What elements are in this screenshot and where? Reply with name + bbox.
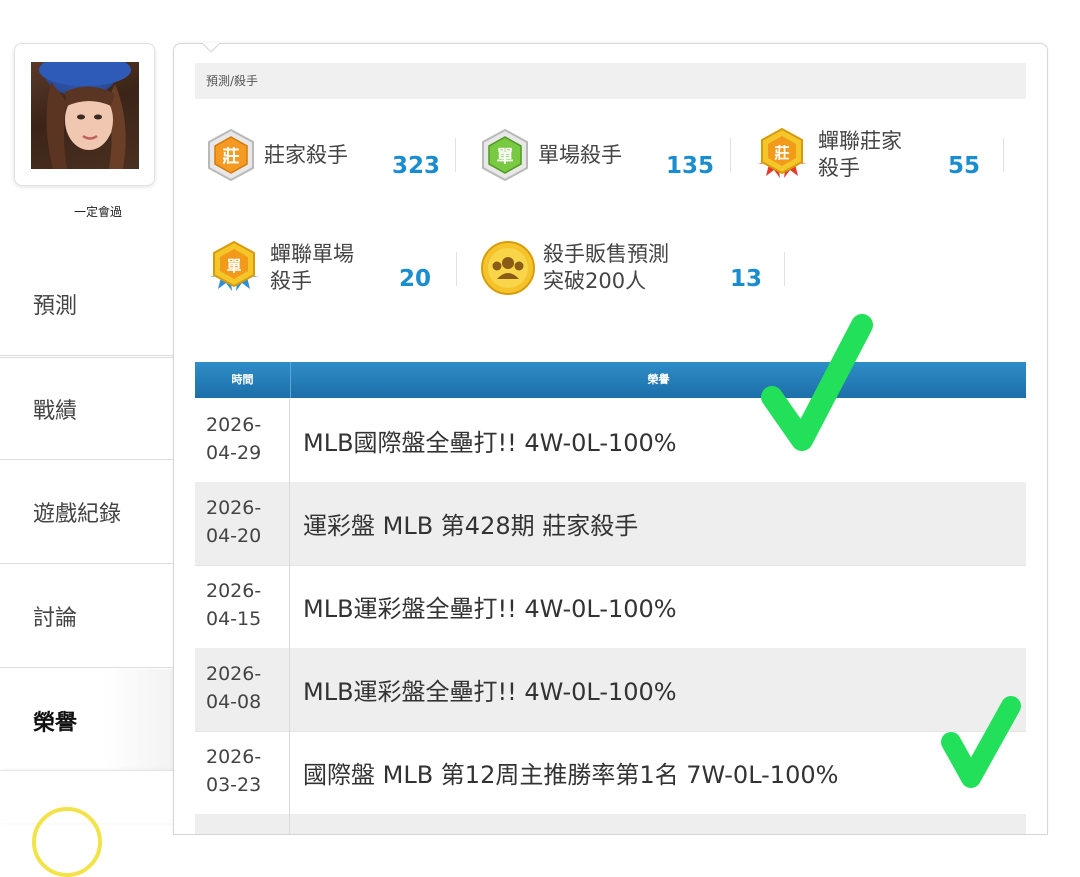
stat-zhuang-killer: 莊 莊家殺手 <box>204 128 348 182</box>
row-title: 運彩盤 MLB 第428期 莊家殺手 <box>303 512 639 540</box>
avatar-card <box>14 43 155 186</box>
divider <box>1003 138 1004 172</box>
avatar[interactable] <box>31 62 139 169</box>
row-title: MLB國際盤全壘打!! 4W-0L-100% <box>303 429 677 457</box>
divider <box>730 138 731 172</box>
stat-value: 13 <box>730 266 763 292</box>
table-row: 2026- 04-20 運彩盤 MLB 第428期 莊家殺手 <box>195 482 1026 566</box>
table-row: 2026- 04-29 MLB國際盤全壘打!! 4W-0L-100% <box>195 399 1026 483</box>
row-date: 2026- 04-08 <box>195 648 290 731</box>
table-row: 2026- 04-08 MLB運彩盤全壘打!! 4W-0L-100% <box>195 648 1026 732</box>
row-title: 國際盤 MLB 第12周主推勝率第1名 7W-0L-100% <box>303 761 839 789</box>
check-mark-icon <box>941 696 1021 788</box>
breadcrumb: 預測/殺手 <box>195 63 1026 99</box>
zhuang-badge-icon: 莊 <box>208 128 254 182</box>
table-row <box>195 814 1026 834</box>
nav-item-discuss[interactable]: 討論 <box>0 565 174 668</box>
nav-item-record[interactable]: 戰績 <box>0 357 174 460</box>
panel-notch <box>202 43 220 53</box>
nav-item-next[interactable] <box>0 770 174 877</box>
row-date: 2026- 03-23 <box>195 731 290 814</box>
svg-text:單: 單 <box>226 257 241 275</box>
check-mark-icon <box>761 314 873 451</box>
svg-text:莊: 莊 <box>223 146 240 167</box>
row-date: 2026- 04-20 <box>195 482 290 565</box>
divider <box>456 252 457 286</box>
stat-label: 殺手販售預測 突破200人 <box>543 242 669 293</box>
stat-label: 蟬聯莊家 殺手 <box>818 129 902 180</box>
column-header-time: 時間 <box>195 362 291 398</box>
table-row: 2026- 03-23 國際盤 MLB 第12周主推勝率第1名 7W-0L-100… <box>195 731 1026 815</box>
svg-text:莊: 莊 <box>774 144 789 162</box>
stat-label: 蟬聯單場 殺手 <box>270 242 354 293</box>
nav-item-predict[interactable]: 預測 <box>0 253 174 356</box>
table-header: 時間 榮譽 <box>195 362 1026 398</box>
stat-dan-killer: 單 單場殺手 <box>478 128 622 182</box>
stat-value: 55 <box>948 153 981 179</box>
divider <box>784 252 785 286</box>
row-date <box>195 814 290 834</box>
coin-icon <box>32 807 102 877</box>
dan-ribbon-badge-icon: 單 <box>210 240 258 291</box>
table-row: 2026- 04-15 MLB運彩盤全壘打!! 4W-0L-100% <box>195 565 1026 649</box>
column-header-honor: 榮譽 <box>647 373 670 386</box>
stat-consecutive-zhuang-killer: 莊 蟬聯莊家 殺手 <box>752 127 928 180</box>
nav-item-honor[interactable]: 榮譽 <box>0 669 174 772</box>
zhuang-ribbon-badge-icon: 莊 <box>758 127 806 178</box>
stat-label: 單場殺手 <box>538 142 622 167</box>
stat-value: 20 <box>399 266 432 292</box>
username: 一定會過 <box>73 205 122 219</box>
row-title: MLB運彩盤全壘打!! 4W-0L-100% <box>303 595 677 623</box>
stat-consecutive-dan-killer: 單 蟬聯單場 殺手 <box>204 240 380 293</box>
stat-sales-milestone: 殺手販售預測 突破200人 <box>479 241 703 295</box>
dan-badge-icon: 單 <box>482 128 528 182</box>
group-coin-icon <box>481 241 535 295</box>
nav-item-game-log[interactable]: 遊戲紀錄 <box>0 461 174 564</box>
stat-value: 323 <box>392 153 441 179</box>
stat-label: 莊家殺手 <box>264 142 348 167</box>
divider <box>455 138 456 172</box>
row-date: 2026- 04-15 <box>195 565 290 648</box>
svg-text:單: 單 <box>497 147 514 167</box>
row-date: 2026- 04-29 <box>195 399 290 482</box>
stat-value: 135 <box>666 153 715 179</box>
row-title: MLB運彩盤全壘打!! 4W-0L-100% <box>303 678 677 706</box>
